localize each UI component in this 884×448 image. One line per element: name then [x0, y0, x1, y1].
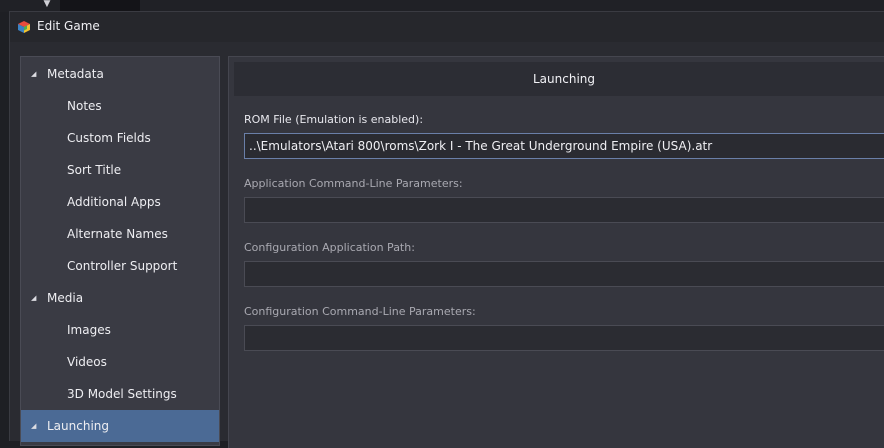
app-cmd-params-label: Application Command-Line Parameters:: [244, 177, 463, 190]
triangle-expanded-icon[interactable]: ◢: [31, 58, 39, 90]
config-app-path-label: Configuration Application Path:: [244, 241, 415, 254]
sidebar-item-sort-title[interactable]: Sort Title: [21, 154, 219, 186]
sidebar-item-launching[interactable]: ◢ Launching: [21, 410, 219, 442]
sidebar-item-videos[interactable]: Videos: [21, 346, 219, 378]
sidebar-item-label: Launching: [47, 419, 110, 433]
sidebar-item-metadata[interactable]: ◢ Metadata: [21, 58, 219, 90]
section-title: Launching: [234, 62, 884, 96]
sidebar-item-label: Additional Apps: [67, 195, 161, 209]
sidebar-item-label: Notes: [67, 99, 102, 113]
sidebar-item-label: Alternate Names: [67, 227, 168, 241]
sidebar-item-images[interactable]: Images: [21, 314, 219, 346]
config-cmd-params-label: Configuration Command-Line Parameters:: [244, 305, 476, 318]
background-panel: [60, 0, 140, 11]
rom-file-label: ROM File (Emulation is enabled):: [244, 113, 424, 126]
sidebar-item-alternate-names[interactable]: Alternate Names: [21, 218, 219, 250]
chevron-down-icon[interactable]: ▼: [40, 0, 54, 10]
triangle-expanded-icon[interactable]: ◢: [31, 282, 39, 314]
sidebar-item-media[interactable]: ◢ Media: [21, 282, 219, 314]
sidebar-nav: ◢ Metadata Notes Custom Fields Sort Titl…: [20, 56, 220, 446]
sidebar-item-label: Media: [47, 291, 84, 305]
rom-file-input[interactable]: ..\Emulators\Atari 800\roms\Zork I - The…: [244, 133, 884, 159]
sidebar-item-notes[interactable]: Notes: [21, 90, 219, 122]
sidebar-item-label: Sort Title: [67, 163, 122, 177]
window-title: Edit Game: [37, 19, 100, 33]
launching-panel: Launching ROM File (Emulation is enabled…: [228, 56, 884, 448]
config-app-path-input[interactable]: [244, 261, 884, 287]
sidebar-item-custom-fields[interactable]: Custom Fields: [21, 122, 219, 154]
launchbox-cube-icon: [18, 21, 30, 33]
sidebar-item-label: Metadata: [47, 67, 104, 81]
sidebar-item-controller-support[interactable]: Controller Support: [21, 250, 219, 282]
sidebar-item-additional-apps[interactable]: Additional Apps: [21, 186, 219, 218]
sidebar-item-label: 3D Model Settings: [67, 387, 177, 401]
sidebar-item-label: Videos: [67, 355, 107, 369]
triangle-expanded-icon[interactable]: ◢: [31, 410, 39, 442]
edit-game-dialog: Edit Game ◢ Metadata Notes Custom Fields…: [9, 11, 884, 448]
title-bar[interactable]: Edit Game: [10, 12, 884, 42]
sidebar-item-label: Images: [67, 323, 111, 337]
sidebar-item-label: Custom Fields: [67, 131, 151, 145]
sidebar-item-label: Controller Support: [67, 259, 178, 273]
config-cmd-params-input[interactable]: [244, 325, 884, 351]
app-cmd-params-input[interactable]: [244, 197, 884, 223]
sidebar-item-3d-model-settings[interactable]: 3D Model Settings: [21, 378, 219, 410]
